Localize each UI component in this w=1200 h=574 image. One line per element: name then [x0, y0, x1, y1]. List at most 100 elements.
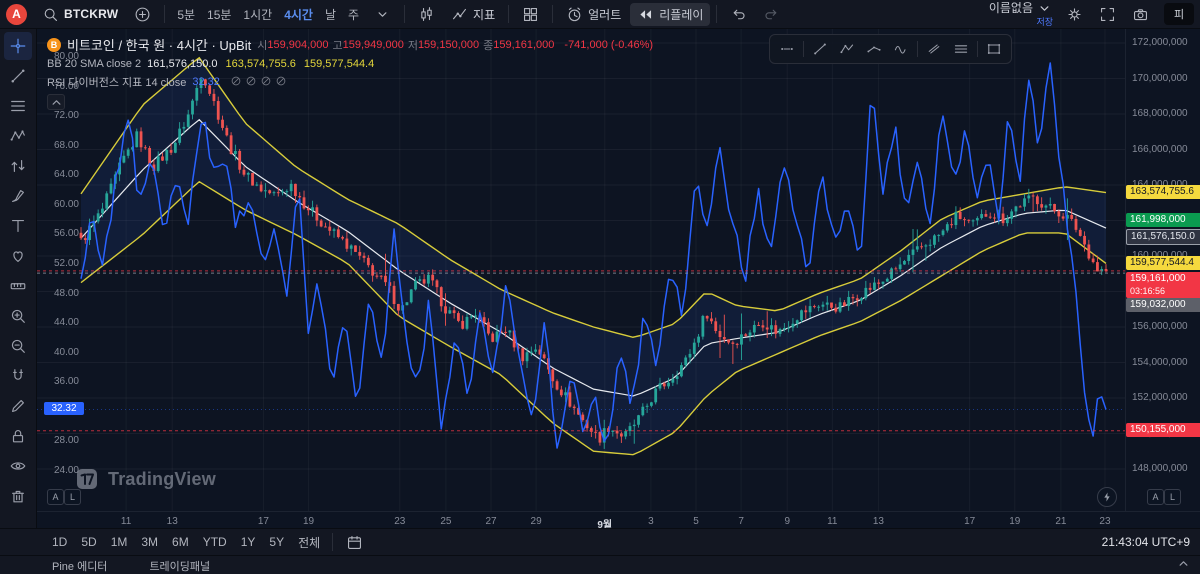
zoom-in-tool[interactable]	[4, 302, 32, 330]
measure-line-tool[interactable]	[774, 37, 800, 61]
goto-date-button[interactable]	[339, 531, 370, 554]
chart-area[interactable]: 80.0076.0072.0068.0064.0060.0056.0052.00…	[37, 29, 1200, 528]
layout-name-menu[interactable]: 이름없음 저장	[989, 0, 1053, 28]
remove-drawings-tool[interactable]	[4, 482, 32, 510]
interval-group: 5분15분1시간4시간날주	[171, 3, 365, 26]
range-6M[interactable]: 6M	[166, 532, 195, 553]
trading-panel-tab[interactable]: 트레이딩패널	[149, 558, 210, 574]
time-tick-label: 7	[726, 516, 756, 527]
zoom-out-tool[interactable]	[4, 332, 32, 360]
range-YTD[interactable]: YTD	[197, 532, 233, 553]
ohlc-label: 종	[483, 37, 493, 53]
parallel-channel-tool[interactable]	[921, 37, 947, 61]
interval-날[interactable]: 날	[319, 3, 342, 26]
redo-icon	[763, 6, 780, 23]
symbol-search-button[interactable]: BTCKRW	[35, 3, 125, 26]
interval-dropdown-button[interactable]	[367, 3, 398, 26]
fullscreen-button[interactable]	[1092, 3, 1123, 26]
alert-button[interactable]: 얼러트	[559, 3, 628, 26]
bb-indicator-label[interactable]: BB 20 SMA close 2	[47, 58, 141, 70]
no-entry-icon[interactable]	[245, 75, 257, 90]
time-tick-label: 19	[294, 516, 324, 527]
interval-5분[interactable]: 5분	[171, 3, 201, 26]
line-tools-toolbar	[769, 34, 1012, 64]
price-tick-label: 170,000,000	[1132, 73, 1188, 84]
symbol-title[interactable]: 비트코인 / 한국 원 · 4시간 · UpBit	[67, 35, 251, 54]
replay-button[interactable]: 리플레이	[630, 3, 710, 26]
indicators-button[interactable]: 지표	[444, 3, 502, 26]
search-icon	[42, 6, 59, 23]
interval-4시간[interactable]: 4시간	[278, 3, 319, 26]
pitchfork-tool[interactable]	[861, 37, 887, 61]
save-layout-button[interactable]: 저장	[1036, 17, 1053, 28]
range-1Y[interactable]: 1Y	[235, 532, 262, 553]
interval-15분[interactable]: 15분	[201, 3, 237, 26]
wave-tool[interactable]	[888, 37, 914, 61]
fib-retracement-tool[interactable]	[4, 92, 32, 120]
no-entry-icon[interactable]	[230, 75, 242, 90]
fullscreen-icon	[1099, 6, 1116, 23]
alert-label: 얼러트	[588, 6, 621, 23]
clock-label[interactable]: 21:43:04 UTC+9	[1102, 535, 1190, 549]
left-log-scale-button[interactable]: L	[64, 489, 81, 505]
toolbar-divider	[716, 5, 717, 23]
account-avatar[interactable]: A	[6, 4, 27, 25]
polyline-tool[interactable]	[834, 37, 860, 61]
undo-button[interactable]	[723, 3, 754, 26]
right-log-scale-button[interactable]: L	[1164, 489, 1181, 505]
pattern-tool[interactable]	[4, 122, 32, 150]
calendar-icon	[346, 534, 363, 551]
lightning-icon[interactable]	[1097, 487, 1117, 507]
range-1D[interactable]: 1D	[46, 532, 73, 553]
measure-tool[interactable]	[4, 272, 32, 300]
no-entry-icon[interactable]	[260, 75, 272, 90]
trendline-tool[interactable]	[4, 62, 32, 90]
long-short-position-tool[interactable]	[4, 152, 32, 180]
range-3M[interactable]: 3M	[135, 532, 164, 553]
redo-button[interactable]	[756, 3, 787, 26]
time-scale[interactable]: 11131719232527299월3579111317192123	[37, 511, 1200, 528]
layout-name-label: 이름없음	[989, 3, 1033, 14]
lightning-glyph	[1101, 491, 1113, 503]
publish-button[interactable]: 피	[1164, 3, 1194, 25]
left-auto-scale-button[interactable]: A	[47, 489, 64, 505]
interval-1시간[interactable]: 1시간	[237, 3, 278, 26]
no-entry-icon[interactable]	[275, 75, 287, 90]
toolbar-divider	[164, 5, 165, 23]
range-5Y[interactable]: 5Y	[263, 532, 290, 553]
ohlc-value: 159,949,000	[343, 39, 404, 51]
snapshot-button[interactable]	[1125, 3, 1156, 26]
eye-icon	[9, 457, 27, 475]
drawing-mode-tool[interactable]	[4, 392, 32, 420]
fib-levels-tool[interactable]	[948, 37, 974, 61]
brush-icon	[9, 187, 27, 205]
price-scale[interactable]: 172,000,000170,000,000168,000,000166,000…	[1125, 29, 1200, 511]
crosshair-tool[interactable]	[4, 32, 32, 60]
trend-line-tool[interactable]	[807, 37, 833, 61]
panel-expand-button[interactable]	[1174, 557, 1192, 570]
brush-tool[interactable]	[4, 182, 32, 210]
price-axis-label: 159,577,544.4	[1126, 256, 1200, 270]
right-auto-scale-button[interactable]: A	[1147, 489, 1164, 505]
hide-drawings-tool[interactable]	[4, 452, 32, 480]
legend-collapse-button[interactable]	[47, 94, 65, 110]
rsi-indicator-label[interactable]: RSI 다이버전스 지표 14 close	[47, 74, 186, 90]
layout-grid-button[interactable]	[515, 3, 546, 26]
interval-주[interactable]: 주	[342, 3, 365, 26]
rsi-tick-label: 64.00	[45, 169, 79, 180]
emoji-tool[interactable]	[4, 242, 32, 270]
magnet-tool[interactable]	[4, 362, 32, 390]
price-axis-label: 159,161,00003:16:56	[1126, 272, 1200, 298]
chart-type-button[interactable]	[411, 3, 442, 26]
text-tool[interactable]	[4, 212, 32, 240]
range-5D[interactable]: 5D	[75, 532, 102, 553]
rectangle-tool[interactable]	[981, 37, 1007, 61]
settings-button[interactable]	[1059, 3, 1090, 26]
rsi-value-label: 32.32	[44, 402, 84, 415]
range-전체[interactable]: 전체	[292, 532, 326, 553]
range-1M[interactable]: 1M	[105, 532, 134, 553]
lock-drawings-tool[interactable]	[4, 422, 32, 450]
time-tick-label: 23	[1090, 516, 1120, 527]
add-symbol-button[interactable]	[127, 3, 158, 26]
pine-editor-tab[interactable]: Pine 에디터	[52, 558, 107, 574]
